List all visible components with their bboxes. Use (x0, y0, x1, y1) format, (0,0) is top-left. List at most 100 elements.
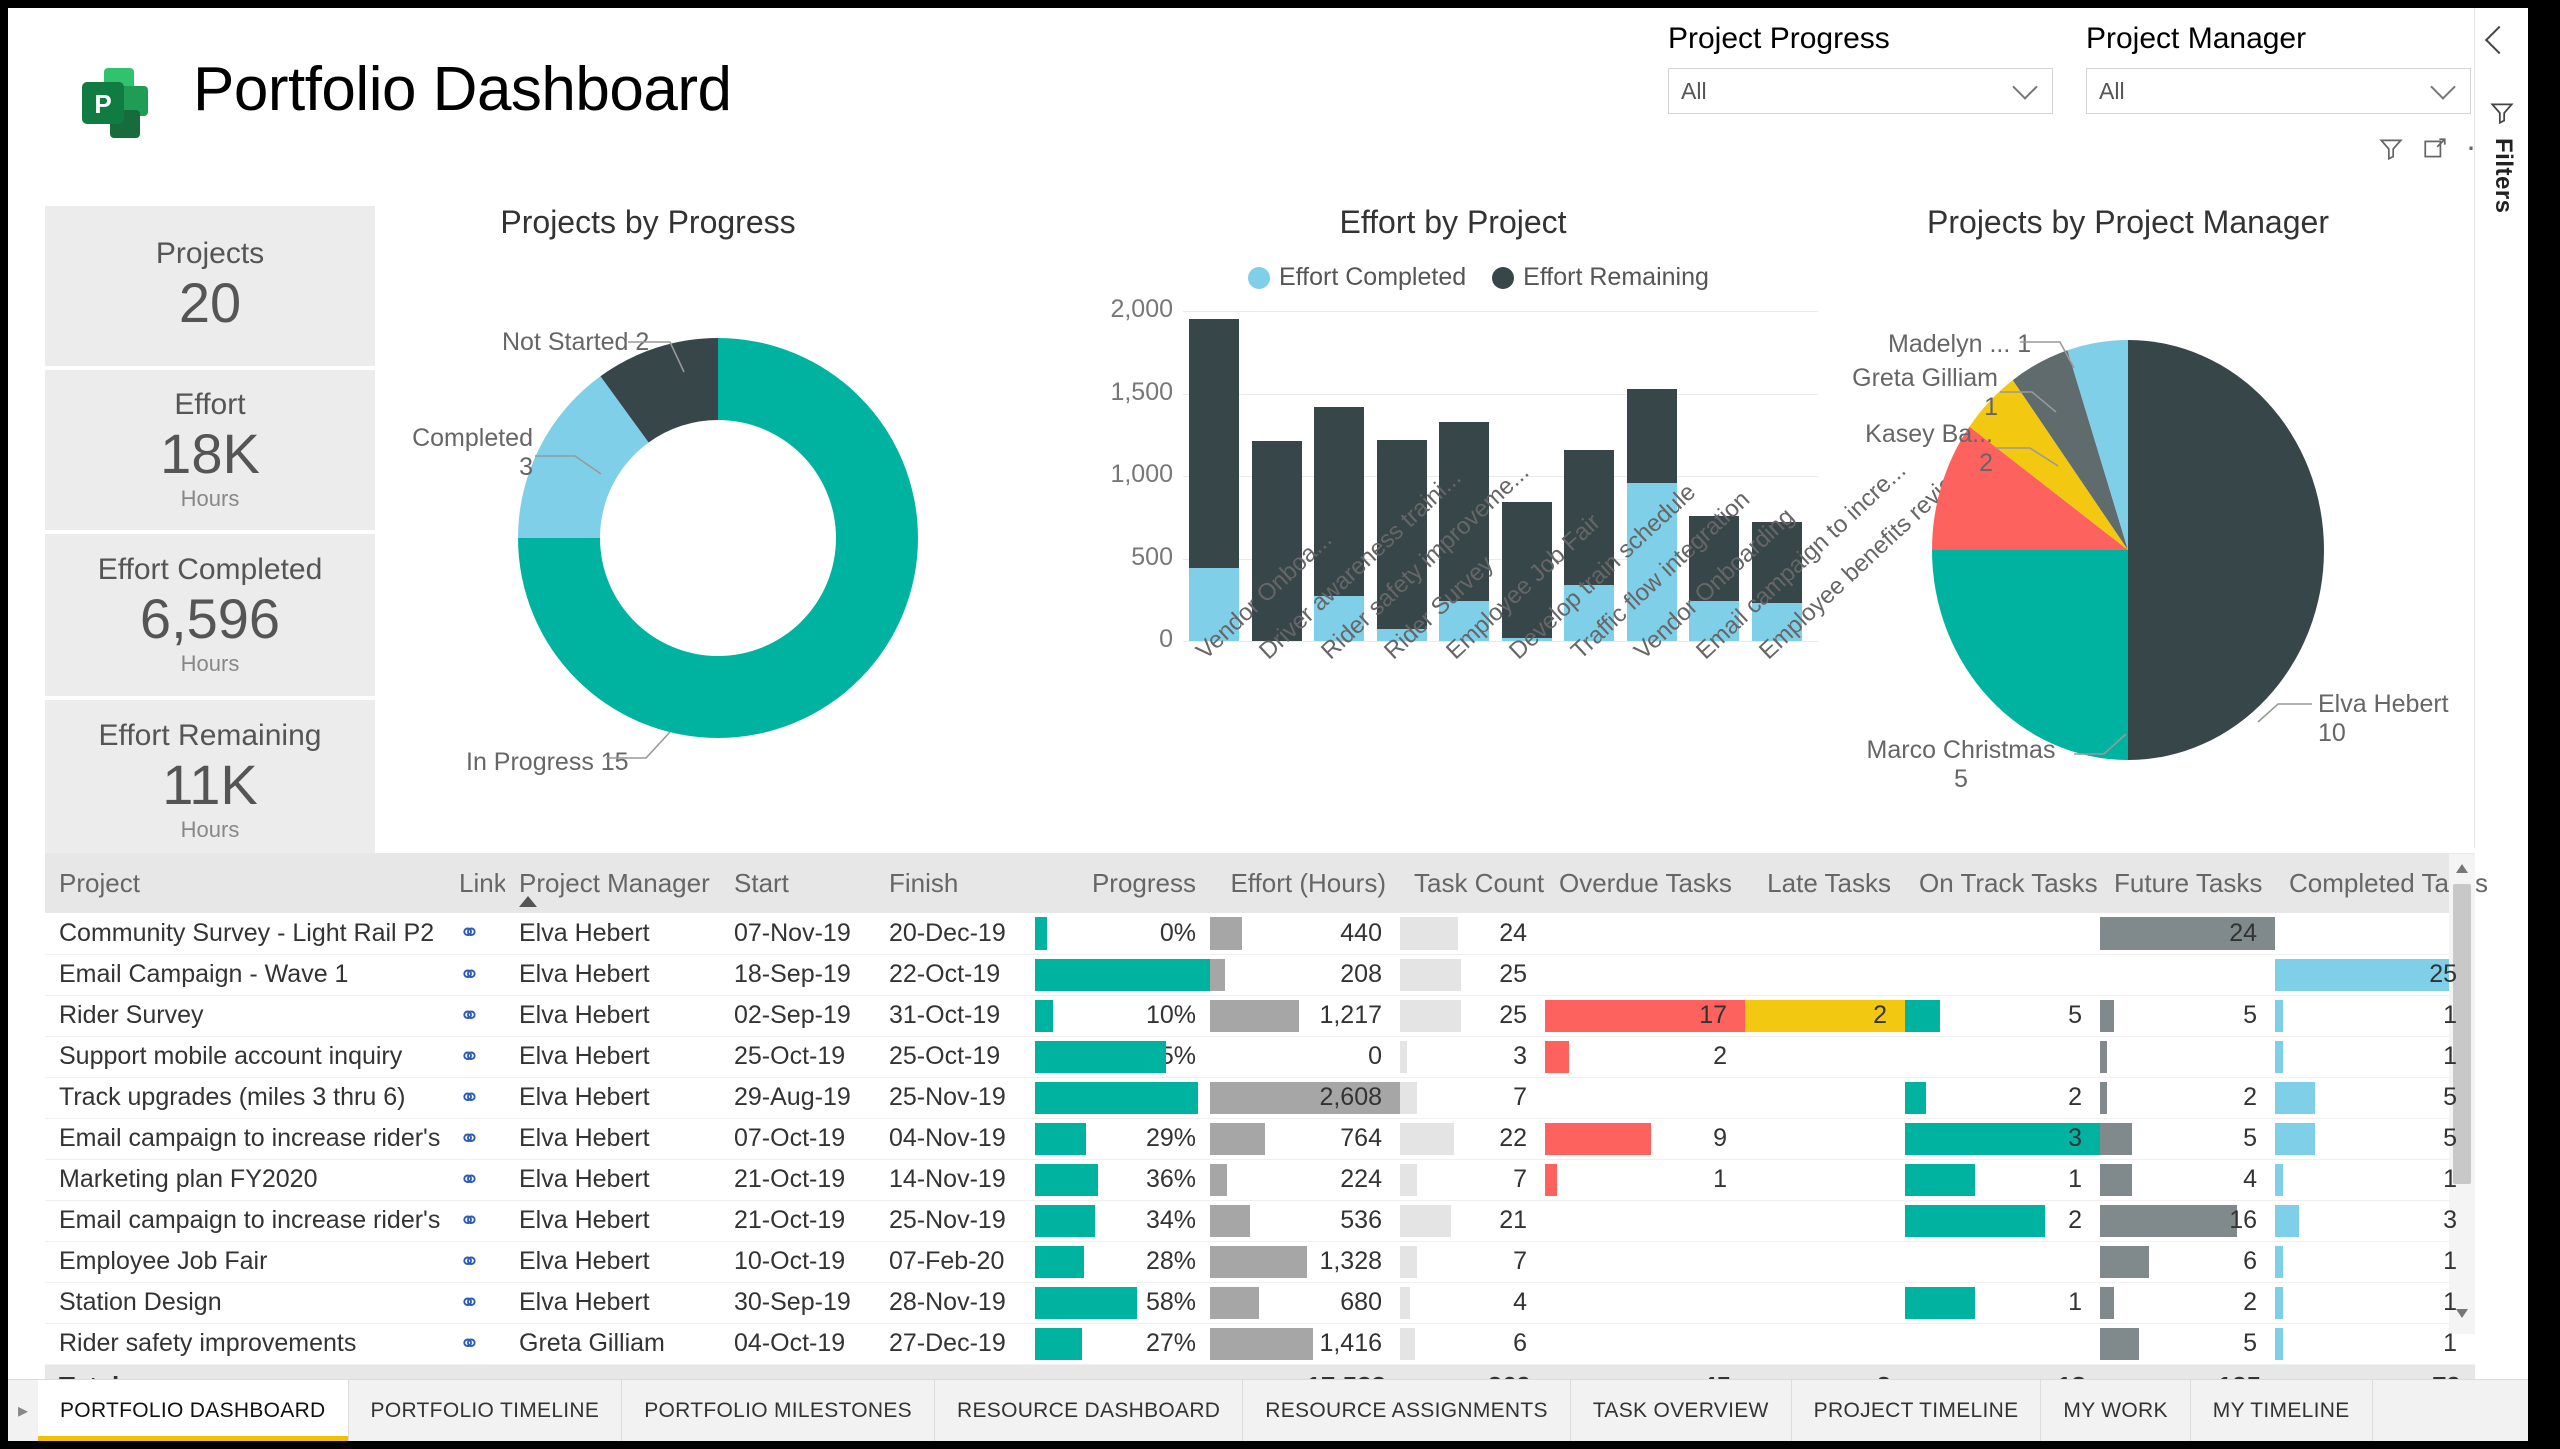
column-header-progress[interactable]: Progress (1035, 854, 1210, 913)
page-tab-my-work[interactable]: MY WORK (2041, 1380, 2191, 1441)
cell-value: 2 (1873, 1001, 1887, 1029)
page-tab-my-timeline[interactable]: MY TIMELINE (2190, 1380, 2373, 1441)
link-cell[interactable]: ⚭ (445, 1118, 505, 1160)
page-tab-resource-dashboard[interactable]: RESOURCE DASHBOARD (935, 1380, 1244, 1441)
cell-on-track-tasks: 2 (1905, 1200, 2100, 1242)
page-tab-task-overview[interactable]: TASK OVERVIEW (1570, 1380, 1792, 1441)
table-header-row: Project Link Project Manager Start Finish Pro… (45, 854, 2488, 913)
column-header-project-manager[interactable]: Project Manager (505, 854, 720, 913)
page-tab-resource-assignments[interactable]: RESOURCE ASSIGNMENTS (1243, 1380, 1571, 1441)
legend-effort-remaining[interactable]: Effort Remaining (1492, 263, 1709, 292)
table-row[interactable]: Community Survey - Light Rail P2 ⚭ Elva He… (45, 913, 2475, 955)
bar-segment-effort-remaining[interactable] (1189, 319, 1240, 569)
link-cell[interactable]: ⚭ (445, 1077, 505, 1119)
kpi-card-effort-remaining[interactable]: Effort Remaining 11K Hours (45, 700, 375, 862)
cell-project-manager: Elva Hebert (505, 913, 720, 955)
donut-callout-in-progress: In Progress 15 (466, 748, 629, 776)
callout-label: Completed (412, 424, 533, 452)
link-icon[interactable]: ⚭ (459, 1125, 480, 1153)
legend-effort-completed[interactable]: Effort Completed (1248, 263, 1466, 292)
kpi-card-effort[interactable]: Effort 18K Hours (45, 370, 375, 530)
column-header-overdue-tasks[interactable]: Overdue Tasks (1545, 854, 1745, 913)
project-manager-slicer: Project Manager All (2086, 22, 2471, 114)
table-row[interactable]: Track upgrades (miles 3 thru 6) ⚭ Elva Heb… (45, 1077, 2475, 1119)
table-row[interactable]: Station Design ⚭ Elva Hebert 30-Sep-19 28-No… (45, 1282, 2475, 1324)
page-tab-project-timeline[interactable]: PROJECT TIMELINE (1791, 1380, 2042, 1441)
column-header-effort-hours[interactable]: Effort (Hours) (1210, 854, 1400, 913)
table-row[interactable]: Email campaign to increase rider's aware… (45, 1200, 2475, 1242)
cell-value: 34% (1145, 1206, 1196, 1234)
table-row[interactable]: Email Campaign - Wave 1 ⚭ Elva Hebert 18-Se… (45, 954, 2475, 996)
link-icon[interactable]: ⚭ (459, 1289, 480, 1317)
link-icon[interactable]: ⚭ (459, 1207, 480, 1235)
filter-icon[interactable] (2378, 136, 2404, 162)
tab-scroll-left-icon[interactable]: ▸ (8, 1380, 38, 1441)
effort-by-project-chart[interactable]: Effort Completed Effort Remaining 2,000 1… (1078, 263, 1971, 703)
cell-overdue-tasks: 2 (1545, 1036, 1745, 1078)
link-icon[interactable]: ⚭ (459, 1330, 480, 1358)
project-manager-dropdown[interactable]: All (2086, 68, 2471, 114)
filter-icon[interactable] (2489, 100, 2515, 126)
pie-callout-elva: Elva Hebert 10 (2318, 690, 2449, 748)
effort-by-project-title: Effort by Project (1339, 204, 1567, 240)
pie-callout-greta: Greta Gilliam 1 (1818, 364, 1998, 422)
column-header-late-tasks[interactable]: Late Tasks (1745, 854, 1905, 913)
column-header-future-tasks[interactable]: Future Tasks (2100, 854, 2275, 913)
link-icon[interactable]: ⚭ (459, 1248, 480, 1276)
link-cell[interactable]: ⚭ (445, 954, 505, 996)
cell-future-tasks (2100, 954, 2275, 996)
scroll-up-icon[interactable] (2456, 864, 2468, 873)
link-cell[interactable]: ⚭ (445, 1323, 505, 1365)
link-cell[interactable]: ⚭ (445, 995, 505, 1037)
column-header-task-count[interactable]: Task Count (1400, 854, 1545, 913)
link-cell[interactable]: ⚭ (445, 1200, 505, 1242)
data-bar (2275, 1245, 2283, 1278)
projects-by-progress-donut[interactable] (508, 328, 928, 748)
kpi-card-projects[interactable]: Projects 20 (45, 206, 375, 366)
column-header-finish[interactable]: Finish (875, 854, 1035, 913)
column-header-on-track-tasks[interactable]: On Track Tasks (1905, 854, 2100, 913)
pie-slice-1[interactable] (1932, 550, 2128, 760)
link-cell[interactable]: ⚭ (445, 1036, 505, 1078)
column-header-start[interactable]: Start (720, 854, 875, 913)
link-icon[interactable]: ⚭ (459, 1002, 480, 1030)
chevron-left-icon[interactable] (2484, 25, 2514, 55)
table-row[interactable]: Rider safety improvements ⚭ Greta Gilliam 0… (45, 1323, 2475, 1365)
leader-line (1996, 447, 2059, 467)
cell-task-count: 3 (1400, 1036, 1545, 1078)
table-row[interactable]: Marketing plan FY2020 ⚭ Elva Hebert 21-Oct-… (45, 1159, 2475, 1201)
link-icon[interactable]: ⚭ (459, 961, 480, 989)
link-cell[interactable]: ⚭ (445, 1241, 505, 1283)
link-icon[interactable]: ⚭ (459, 1166, 480, 1194)
bar-segment-effort-remaining[interactable] (1626, 388, 1677, 483)
projects-table[interactable]: Project Link Project Manager Start Finish Pro… (45, 853, 2488, 1408)
link-icon[interactable]: ⚭ (459, 919, 480, 947)
link-icon[interactable]: ⚭ (459, 1043, 480, 1071)
column-header-project[interactable]: Project (45, 854, 445, 913)
column-header-completed-tasks[interactable]: Completed Tasks (2275, 854, 2488, 913)
link-cell[interactable]: ⚭ (445, 913, 505, 955)
page-tab-portfolio-timeline[interactable]: PORTFOLIO TIMELINE (348, 1380, 623, 1441)
y-axis-tick: 2,000 (1110, 295, 1173, 323)
table-row[interactable]: Employee Job Fair ⚭ Elva Hebert 10-Oct-19 07… (45, 1241, 2475, 1283)
cell-on-track-tasks (1905, 954, 2100, 996)
page-tab-portfolio-dashboard[interactable]: PORTFOLIO DASHBOARD (38, 1380, 349, 1441)
kpi-unit: Hours (180, 651, 240, 677)
project-progress-dropdown[interactable]: All (1668, 68, 2053, 114)
page-tab-portfolio-milestones[interactable]: PORTFOLIO MILESTONES (622, 1380, 935, 1441)
cell-future-tasks: 5 (2100, 995, 2275, 1037)
focus-mode-icon[interactable] (2422, 136, 2448, 162)
link-icon[interactable]: ⚭ (459, 1084, 480, 1112)
link-cell[interactable]: ⚭ (445, 1159, 505, 1201)
data-bar (2275, 1163, 2283, 1196)
link-cell[interactable]: ⚭ (445, 1282, 505, 1324)
cell-late-tasks (1745, 1077, 1905, 1119)
pie-slice-0[interactable] (2128, 340, 2324, 760)
table-row[interactable]: Rider Survey ⚭ Elva Hebert 02-Sep-19 31-Oct-… (45, 995, 2475, 1037)
kpi-card-effort-completed[interactable]: Effort Completed 6,596 Hours (45, 534, 375, 696)
column-header-link[interactable]: Link (445, 854, 507, 913)
table-row[interactable]: Email campaign to increase rider's aware… (45, 1118, 2475, 1160)
bar-column[interactable] (1189, 319, 1240, 641)
table-row[interactable]: Support mobile account inquiry ⚭ Elva Hebe… (45, 1036, 2475, 1078)
cell-value: 5 (2243, 1124, 2257, 1152)
